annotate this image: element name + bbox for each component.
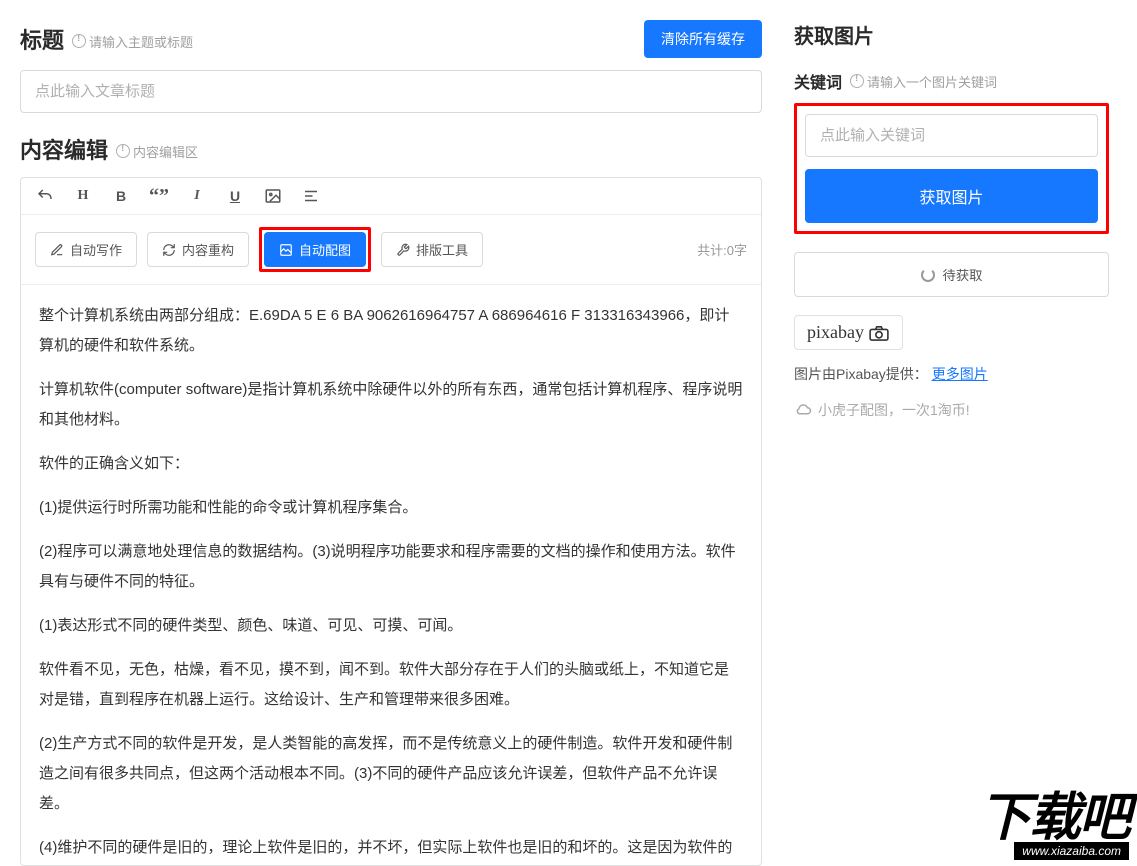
credit-line: 图片由Pixabay提供： 更多图片: [794, 364, 1109, 384]
cloud-icon: [794, 403, 812, 417]
keyword-label-row: 关键词 请输入一个图片关键词: [794, 69, 1109, 93]
pixabay-logo: pixabay: [807, 322, 890, 343]
paragraph: (1)表达形式不同的硬件类型、颜色、味道、可见、可摸、可闻。: [39, 611, 743, 641]
paragraph: (2)程序可以满意地处理信息的数据结构。(3)说明程序功能要求和程序需要的文档的…: [39, 537, 743, 597]
align-icon[interactable]: [301, 186, 321, 206]
word-count: 共计:0字: [697, 240, 747, 259]
bold-icon[interactable]: B: [111, 186, 131, 206]
quote-icon[interactable]: “”: [149, 186, 169, 206]
keyword-label: 关键词: [794, 69, 842, 93]
keyword-highlight-box: 获取图片: [794, 103, 1109, 234]
keyword-hint: 请输入一个图片关键词: [850, 72, 997, 91]
paragraph: (2)生产方式不同的软件是开发，是人类智能的高发挥，而不是传统意义上的硬件制造。…: [39, 729, 743, 819]
editor-content[interactable]: 整个计算机系统由两部分组成：E.69DA 5 E 6 BA 9062616964…: [21, 285, 761, 865]
paragraph: 软件的正确含义如下：: [39, 449, 743, 479]
info-icon: [116, 144, 130, 158]
layout-tool-button[interactable]: 排版工具: [381, 232, 483, 267]
info-icon: [850, 74, 864, 88]
paragraph: 整个计算机系统由两部分组成：E.69DA 5 E 6 BA 9062616964…: [39, 301, 743, 361]
image-icon[interactable]: [263, 186, 283, 206]
article-title-input[interactable]: [20, 70, 762, 113]
pixabay-badge: pixabay: [794, 315, 903, 350]
title-label: 标题: [20, 23, 64, 55]
restructure-button[interactable]: 内容重构: [147, 232, 249, 267]
undo-icon[interactable]: [35, 186, 55, 206]
camera-icon: [868, 325, 890, 341]
fetch-image-button[interactable]: 获取图片: [805, 169, 1098, 223]
info-icon: [72, 34, 86, 48]
italic-icon[interactable]: I: [187, 186, 207, 206]
note-line: 小虎子配图，一次1淘币!: [794, 400, 970, 420]
paragraph: (4)维护不同的硬件是旧的，理论上软件是旧的，并不坏，但实际上软件也是旧的和坏的…: [39, 833, 743, 865]
auto-image-highlight: 自动配图: [259, 227, 371, 272]
action-toolbar: 自动写作 内容重构 自动配图 排版工具 共计:0字: [21, 215, 761, 285]
pending-button[interactable]: 待获取: [794, 252, 1109, 297]
editor-box: H B “” I U 自动写作 内容重: [20, 177, 762, 866]
title-hint: 请输入主题或标题: [72, 32, 193, 51]
keyword-input[interactable]: [805, 114, 1098, 157]
spinner-icon: [921, 268, 935, 282]
paragraph: 计算机软件(computer software)是指计算机系统中除硬件以外的所有…: [39, 375, 743, 435]
format-toolbar: H B “” I U: [21, 178, 761, 215]
more-images-link[interactable]: 更多图片: [932, 366, 988, 382]
content-section-header: 内容编辑 内容编辑区: [20, 133, 762, 165]
auto-image-button[interactable]: 自动配图: [264, 232, 366, 267]
paragraph: 软件看不见，无色，枯燥，看不见，摸不到，闻不到。软件大部分存在于人们的头脑或纸上…: [39, 655, 743, 715]
underline-icon[interactable]: U: [225, 186, 245, 206]
auto-write-button[interactable]: 自动写作: [35, 232, 137, 267]
paragraph: (1)提供运行时所需功能和性能的命令或计算机程序集合。: [39, 493, 743, 523]
content-label: 内容编辑: [20, 133, 108, 165]
heading-icon[interactable]: H: [73, 186, 93, 206]
clear-cache-button[interactable]: 清除所有缓存: [644, 20, 762, 58]
title-section-header: 标题 请输入主题或标题 清除所有缓存: [20, 20, 762, 58]
side-title: 获取图片: [794, 20, 1109, 49]
content-hint: 内容编辑区: [116, 142, 198, 161]
